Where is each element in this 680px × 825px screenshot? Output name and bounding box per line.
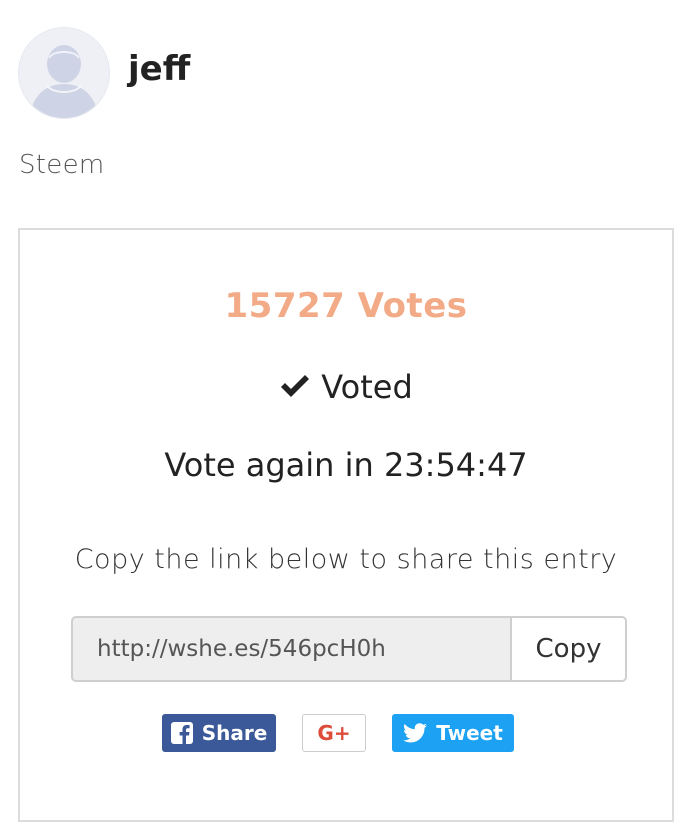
twitter-tweet-button[interactable]: Tweet xyxy=(392,714,514,752)
facebook-share-label: Share xyxy=(201,721,268,745)
user-avatar[interactable] xyxy=(18,27,110,119)
username[interactable]: jeff xyxy=(128,49,190,89)
votes-count: 15727 Votes xyxy=(224,286,468,326)
copy-button[interactable]: Copy xyxy=(510,616,627,682)
share-link-input[interactable] xyxy=(71,616,510,682)
twitter-bird-icon xyxy=(403,723,428,743)
facebook-share-button[interactable]: Share xyxy=(162,714,276,752)
googleplus-share-button[interactable]: G+ xyxy=(302,714,366,752)
share-link-group: Copy xyxy=(71,616,627,682)
vote-card: 15727 Votes Voted Vote again in 23:54:47… xyxy=(18,228,674,822)
voted-status: Voted xyxy=(20,368,672,406)
twitter-tweet-label: Tweet xyxy=(436,721,503,745)
share-prompt: Copy the link below to share this entry xyxy=(74,544,618,575)
default-user-avatar-icon xyxy=(19,28,109,118)
checkmark-icon xyxy=(281,375,310,397)
entry-category: Steem xyxy=(19,150,105,180)
voted-label: Voted xyxy=(321,368,413,406)
facebook-icon xyxy=(170,722,193,744)
entry-header: jeff xyxy=(18,27,190,119)
googleplus-icon: G+ xyxy=(317,721,351,745)
vote-again-countdown: Vote again in 23:54:47 xyxy=(164,446,528,484)
